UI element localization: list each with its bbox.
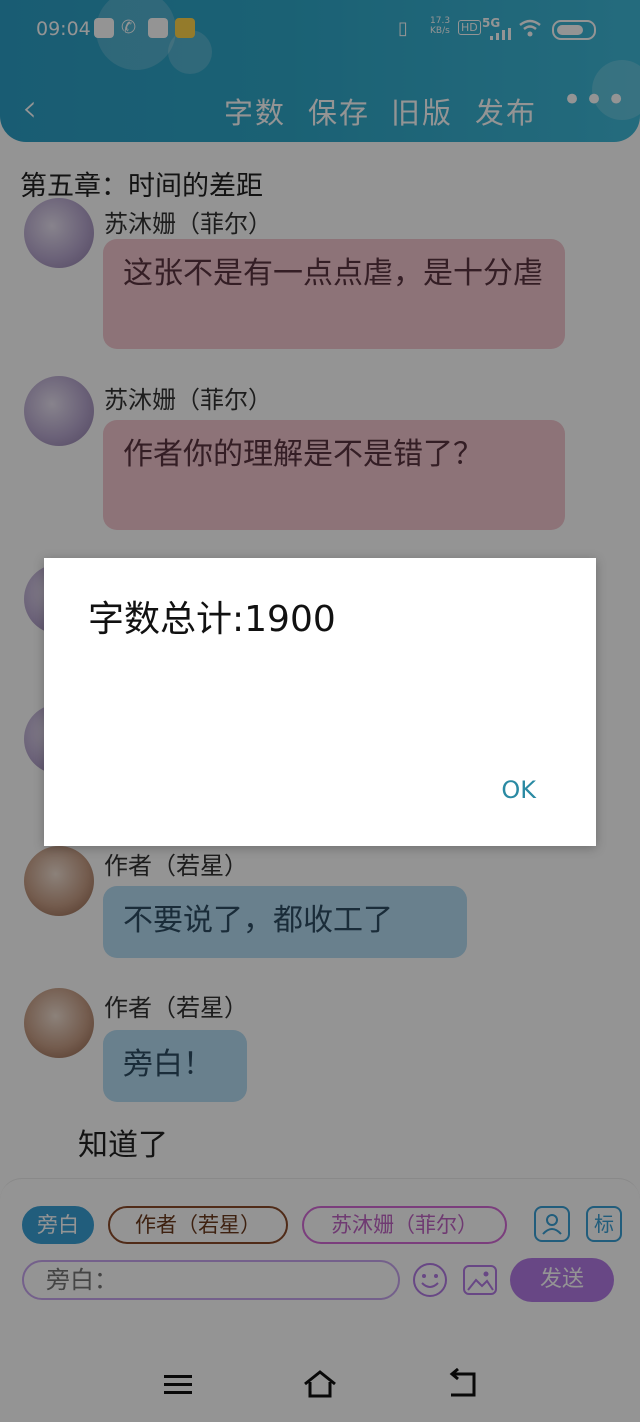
word-count-dialog: 字数总计:1900 OK (44, 558, 596, 846)
app-screen: 09:04 ✆ ▯ 17.3 KB/s HD 5G ‹ 字数 保存 旧版 发布 … (0, 0, 640, 1422)
ok-button[interactable]: OK (501, 776, 536, 804)
dialog-message: 字数总计:1900 (88, 599, 336, 640)
